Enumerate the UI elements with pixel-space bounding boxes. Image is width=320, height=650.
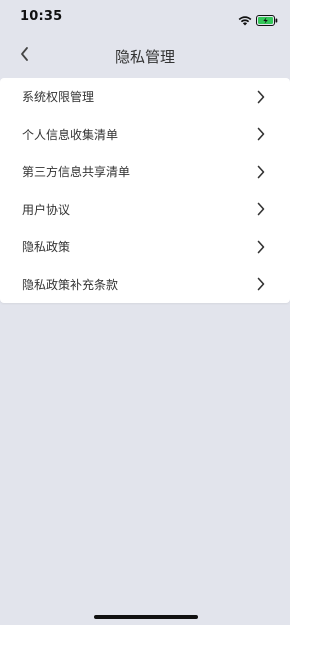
chevron-right-icon: [257, 127, 265, 141]
app-screen: 10:35 隐私管理 系统权限管理 个人信息收集清单 第三方信息共享清单 用户协…: [0, 0, 290, 625]
menu-item-user-agreement[interactable]: 用户协议: [0, 191, 290, 229]
chevron-right-icon: [257, 277, 265, 291]
chevron-right-icon: [257, 165, 265, 179]
menu-item-label: 系统权限管理: [22, 90, 95, 105]
wifi-icon: [238, 11, 252, 30]
menu-item-label: 隐私政策: [22, 240, 71, 255]
chevron-right-icon: [257, 90, 265, 104]
page-title: 隐私管理: [114, 48, 175, 66]
menu-item-system-permissions[interactable]: 系统权限管理: [0, 78, 290, 116]
menu-item-third-party-sharing[interactable]: 第三方信息共享清单: [0, 153, 290, 191]
navigation-bar: 隐私管理: [0, 38, 290, 74]
menu-item-privacy-policy[interactable]: 隐私政策: [0, 228, 290, 266]
chevron-right-icon: [257, 240, 265, 254]
privacy-menu-list: 系统权限管理 个人信息收集清单 第三方信息共享清单 用户协议 隐私政策 隐私政策…: [0, 78, 290, 303]
status-time: 10:35: [20, 9, 63, 24]
home-indicator[interactable]: [94, 615, 198, 619]
menu-item-label: 用户协议: [22, 202, 71, 217]
battery-charging-icon: [256, 11, 278, 30]
status-bar: 10:35: [0, 0, 290, 36]
menu-item-personal-info-list[interactable]: 个人信息收集清单: [0, 116, 290, 154]
status-icons: [238, 11, 278, 30]
menu-item-label: 隐私政策补充条款: [22, 277, 119, 292]
menu-item-privacy-policy-supplement[interactable]: 隐私政策补充条款: [0, 266, 290, 304]
menu-item-label: 第三方信息共享清单: [22, 165, 131, 180]
chevron-right-icon: [257, 202, 265, 216]
menu-item-label: 个人信息收集清单: [22, 127, 119, 142]
